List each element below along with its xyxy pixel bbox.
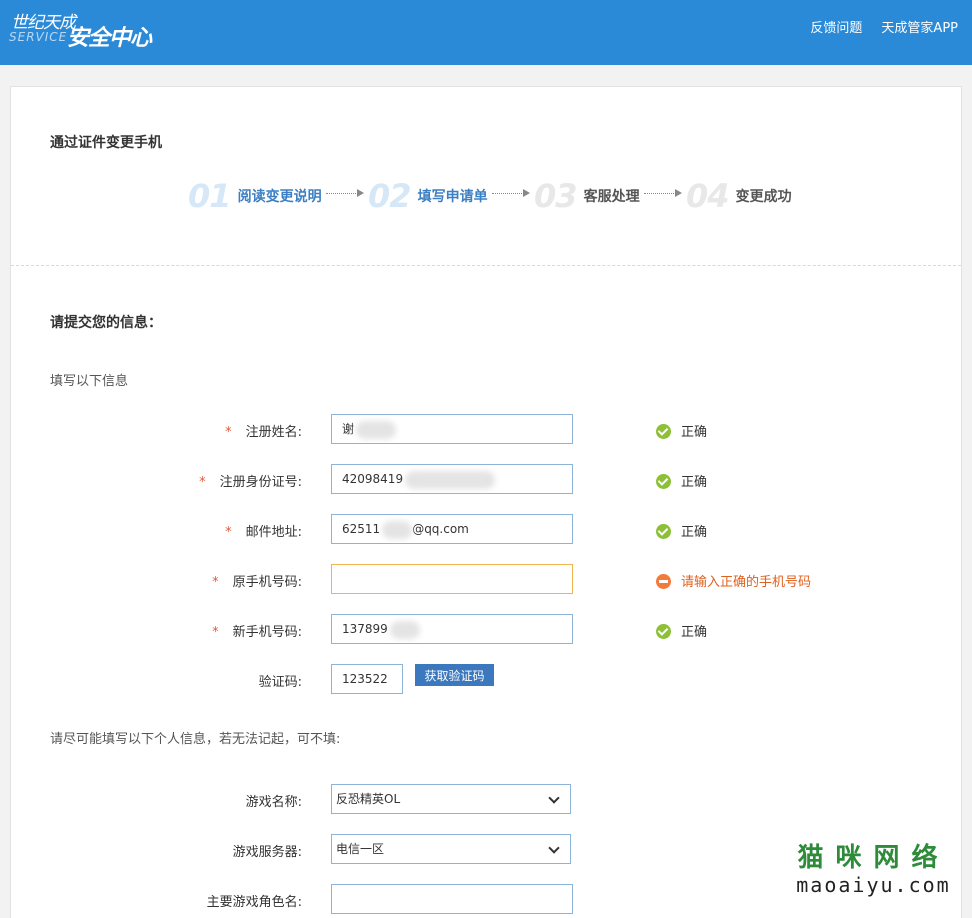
step-2: 02 填写申请单 xyxy=(368,177,488,215)
required-mark: * xyxy=(225,525,232,540)
redacted-blur xyxy=(382,520,413,539)
new-phone-value: 137899 xyxy=(342,622,388,636)
watermark-cn: 猫咪网络 xyxy=(797,843,950,873)
watermark-en: maoaiyu.com xyxy=(796,873,951,897)
email-label-text: 邮件地址: xyxy=(245,525,302,540)
step-1-label: 阅读变更说明 xyxy=(237,189,322,205)
step-4: 04 变更成功 xyxy=(686,177,792,215)
game-name-row: 游戏名称: 反恐精英OL xyxy=(11,784,961,814)
email-status: 正确 xyxy=(656,521,707,540)
captcha-input[interactable]: 123522 xyxy=(331,664,403,694)
name-status-text: 正确 xyxy=(681,425,708,440)
logo-service-text: SERVICE xyxy=(9,30,68,44)
game-name-label: 游戏名称: xyxy=(245,795,302,810)
captcha-row: 验证码: 123522 获取验证码 xyxy=(11,664,961,694)
new-phone-label-text: 新手机号码: xyxy=(232,625,302,640)
old-phone-label: * 原手机号码: xyxy=(212,571,302,590)
email-value-post: @qq.com xyxy=(412,522,469,536)
required-mark: * xyxy=(212,625,219,640)
feedback-link[interactable]: 反馈问题 xyxy=(810,17,862,36)
step-3: 03 客服处理 xyxy=(534,177,640,215)
name-value: 谢 xyxy=(342,422,355,436)
required-mark: * xyxy=(199,475,206,490)
step-2-number: 02 xyxy=(368,177,412,215)
chevron-down-icon xyxy=(548,792,560,804)
id-value: 42098419 xyxy=(342,472,404,486)
watermark: 猫咪网络 maoaiyu.com xyxy=(786,843,961,897)
step-1: 01 阅读变更说明 xyxy=(188,177,322,215)
role-name-label: 主要游戏角色名: xyxy=(206,895,302,910)
redacted-blur xyxy=(389,620,420,639)
app-link[interactable]: 天成管家APP xyxy=(881,17,958,36)
check-icon xyxy=(656,624,671,639)
logo[interactable]: 世纪天成 SERVICE 安全中心 xyxy=(9,8,179,56)
email-row: * 邮件地址: 62511 @qq.com 正确 xyxy=(11,514,961,544)
section-title: 请提交您的信息： xyxy=(50,315,162,331)
captcha-value: 123522 xyxy=(342,672,388,686)
old-phone-status: 请输入正确的手机号码 xyxy=(656,571,811,590)
email-status-text: 正确 xyxy=(681,525,708,540)
step-4-number: 04 xyxy=(686,177,730,215)
redacted-blur xyxy=(356,420,397,439)
optional-note: 请尽可能填写以下个人信息，若无法记起，可不填: xyxy=(50,732,341,747)
id-status: 正确 xyxy=(656,471,707,490)
new-phone-status-text: 正确 xyxy=(681,625,708,640)
id-label: * 注册身份证号: xyxy=(199,471,302,490)
name-input[interactable]: 谢 xyxy=(331,414,573,444)
main-card: 通过证件变更手机 01 阅读变更说明 02 填写申请单 03 客服处理 04 变… xyxy=(10,86,962,918)
id-status-text: 正确 xyxy=(681,475,708,490)
name-label: * 注册姓名: xyxy=(225,421,302,440)
game-name-select[interactable]: 反恐精英OL xyxy=(331,784,571,814)
section-subtitle: 填写以下信息 xyxy=(50,374,129,389)
step-arrow-2 xyxy=(492,189,530,197)
role-name-input[interactable] xyxy=(331,884,573,914)
check-icon xyxy=(656,524,671,539)
step-3-number: 03 xyxy=(534,177,578,215)
check-icon xyxy=(656,424,671,439)
step-arrow-3 xyxy=(644,189,682,197)
chevron-down-icon xyxy=(548,842,560,854)
top-nav: 反馈问题 天成管家APP xyxy=(810,17,958,36)
game-name-selected: 反恐精英OL xyxy=(336,792,401,806)
check-icon xyxy=(656,474,671,489)
redacted-blur xyxy=(405,470,496,489)
captcha-label: 验证码: xyxy=(258,675,302,690)
required-mark: * xyxy=(225,425,232,440)
id-row: * 注册身份证号: 42098419 正确 xyxy=(11,464,961,494)
old-phone-input[interactable] xyxy=(331,564,573,594)
error-icon xyxy=(656,574,671,589)
get-captcha-button[interactable]: 获取验证码 xyxy=(415,664,494,686)
required-mark: * xyxy=(212,575,219,590)
page-title: 通过证件变更手机 xyxy=(50,135,162,151)
name-row: * 注册姓名: 谢 正确 xyxy=(11,414,961,444)
game-server-selected: 电信一区 xyxy=(336,842,385,856)
name-status: 正确 xyxy=(656,421,707,440)
email-input[interactable]: 62511 @qq.com xyxy=(331,514,573,544)
new-phone-input[interactable]: 137899 xyxy=(331,614,573,644)
game-server-label: 游戏服务器: xyxy=(232,845,302,860)
name-label-text: 注册姓名: xyxy=(245,425,302,440)
email-label: * 邮件地址: xyxy=(225,521,302,540)
old-phone-status-text: 请输入正确的手机号码 xyxy=(681,575,812,590)
old-phone-row: * 原手机号码: 请输入正确的手机号码 xyxy=(11,564,961,594)
step-arrow-1 xyxy=(326,189,364,197)
old-phone-label-text: 原手机号码: xyxy=(232,575,302,590)
new-phone-label: * 新手机号码: xyxy=(212,621,302,640)
game-server-select[interactable]: 电信一区 xyxy=(331,834,571,864)
new-phone-status: 正确 xyxy=(656,621,707,640)
step-3-label: 客服处理 xyxy=(583,189,640,205)
step-4-label: 变更成功 xyxy=(735,189,792,205)
top-header: 世纪天成 SERVICE 安全中心 反馈问题 天成管家APP xyxy=(0,0,972,65)
id-label-text: 注册身份证号: xyxy=(219,475,302,490)
logo-main-text: 安全中心 xyxy=(67,26,152,51)
new-phone-row: * 新手机号码: 137899 正确 xyxy=(11,614,961,644)
id-input[interactable]: 42098419 xyxy=(331,464,573,494)
step-2-label: 填写申请单 xyxy=(417,189,488,205)
section-divider xyxy=(11,265,961,266)
step-1-number: 01 xyxy=(188,177,232,215)
email-value-pre: 62511 xyxy=(342,522,381,536)
